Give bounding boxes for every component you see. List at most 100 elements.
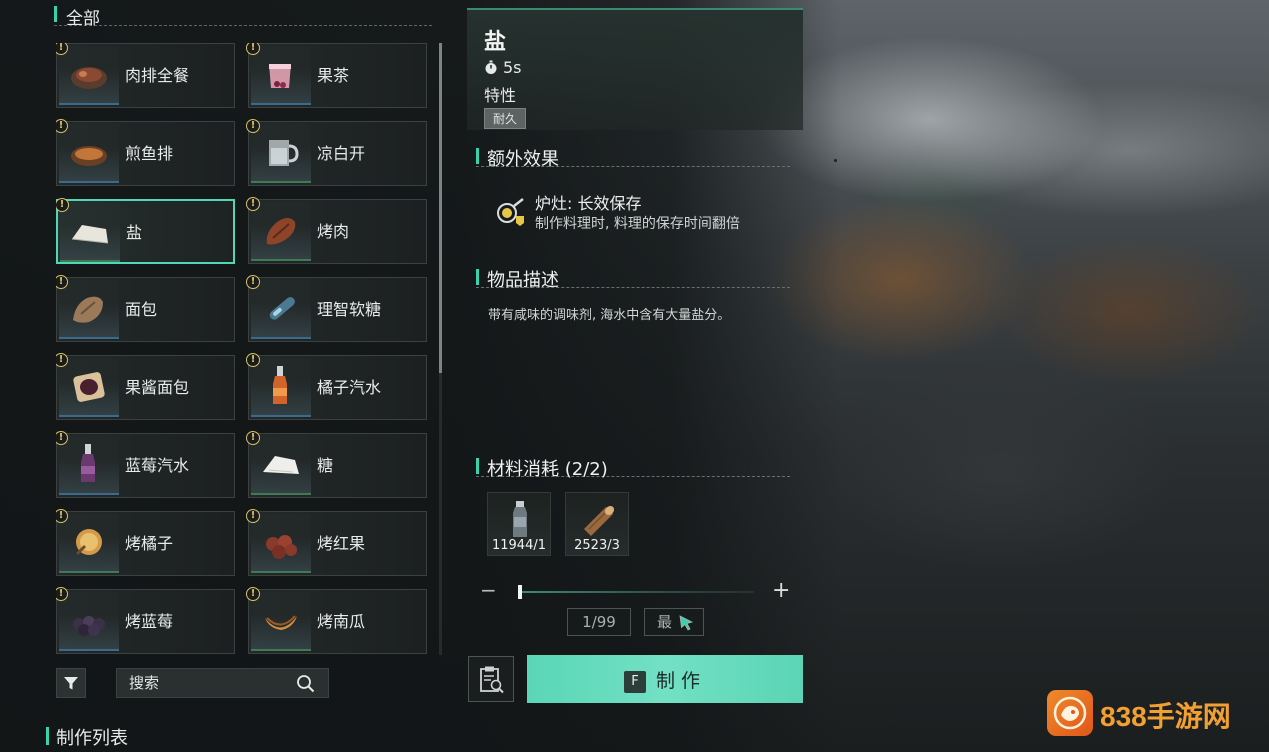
recipe-name: 烤红果 xyxy=(317,534,366,553)
bread-icon xyxy=(73,296,103,323)
extra-effect-desc: 制作料理时, 料理的保存时间翻倍 xyxy=(535,216,740,232)
scroll-thumb[interactable] xyxy=(439,43,442,373)
extra-effect-heading: 额外效果 xyxy=(476,145,790,170)
recipe-card[interactable]: ! 蓝莓汽水 xyxy=(56,431,235,498)
search-box[interactable] xyxy=(116,668,329,698)
quantity-value[interactable]: 1/99 xyxy=(567,608,631,636)
recipe-card[interactable]: ! 果酱面包 xyxy=(56,353,235,420)
search-input[interactable] xyxy=(117,669,287,697)
recipe-name: 烤蓝莓 xyxy=(125,612,174,631)
cursor-icon xyxy=(679,615,694,631)
alert-badge-icon: ! xyxy=(246,275,260,289)
max-button[interactable]: 最 xyxy=(644,608,704,636)
recipe-card[interactable]: ! 糖 xyxy=(246,431,427,498)
recipe-detail-button[interactable] xyxy=(468,656,514,702)
extra-effect-title: 炉灶: 长效保存 xyxy=(535,194,642,213)
max-label: 最 xyxy=(657,613,673,631)
stove-pan-icon xyxy=(497,198,524,226)
recipe-name: 蓝莓汽水 xyxy=(125,456,190,475)
recipe-card[interactable]: ! 理智软糖 xyxy=(246,275,427,342)
recipe-card[interactable]: ! 橘子汽水 xyxy=(246,353,427,420)
alert-badge-icon: ! xyxy=(246,509,260,523)
orange-soda-icon xyxy=(273,366,287,404)
material-count: 11944/1 xyxy=(491,538,546,553)
watermark-text: 838手游网 xyxy=(1100,701,1231,732)
recipe-name: 理智软糖 xyxy=(317,300,382,319)
quantity-slider-handle[interactable] xyxy=(518,585,523,599)
recipe-name: 糖 xyxy=(317,456,334,475)
sugar-icon xyxy=(263,456,299,474)
craft-time: 5s xyxy=(484,58,522,77)
roast-red-fruit-icon xyxy=(266,535,297,559)
recipe-card[interactable]: ! 面包 xyxy=(56,275,235,342)
blueberry-soda-icon xyxy=(81,444,95,482)
recipe-name: 果茶 xyxy=(317,66,350,85)
recipe-card[interactable]: ! 盐 xyxy=(56,198,235,264)
filter-button[interactable] xyxy=(56,668,86,698)
craft-button[interactable]: F 制作 xyxy=(527,655,803,703)
alert-badge-icon: ! xyxy=(246,587,260,601)
recipe-card[interactable]: ! 果茶 xyxy=(246,43,427,108)
trait-label: 特性 xyxy=(484,86,517,105)
stopwatch-icon xyxy=(485,60,497,74)
craft-button-label: 制作 xyxy=(655,669,706,692)
jam-bread-icon xyxy=(73,372,105,402)
recipe-name: 烤肉 xyxy=(317,222,350,241)
materials-heading: 材料消耗 (2/2) xyxy=(476,455,790,480)
clipboard-search-icon xyxy=(480,666,504,694)
recipe-grid: ! 肉排全餐! 果茶! 煎鱼排! 凉白开! 盐! 烤肉! 面包! 理智软糖! 果酱面包! 橘子汽水!… xyxy=(56,43,428,655)
fried-fish-icon xyxy=(71,146,107,166)
recipe-name: 果酱面包 xyxy=(125,378,190,397)
recipe-name: 肉排全餐 xyxy=(125,66,190,85)
description-text: 带有咸味的调味剂, 海水中含有大量盐分。 xyxy=(488,308,731,323)
category-title: 全部 xyxy=(54,4,432,29)
increase-button[interactable]: + xyxy=(772,578,790,603)
material-slot[interactable]: 2523/3 xyxy=(565,492,629,556)
description-heading: 物品描述 xyxy=(476,266,790,291)
filter-icon xyxy=(64,677,78,690)
alert-badge-icon: ! xyxy=(246,119,260,133)
recipe-card[interactable]: ! 烤南瓜 xyxy=(246,587,427,654)
wood-log-icon xyxy=(584,505,615,536)
recipe-card[interactable]: ! 肉排全餐 xyxy=(56,43,235,108)
roast-pumpkin-icon xyxy=(265,615,297,630)
steak-meal-icon xyxy=(71,67,107,89)
craft-list-heading[interactable]: 制作列表 xyxy=(46,724,128,750)
item-detail-header: 盐 5s 特性 耐久 xyxy=(467,8,803,130)
roast-blueberry-icon xyxy=(73,616,105,636)
alert-badge-icon: ! xyxy=(246,353,260,367)
recipe-scrollbar[interactable] xyxy=(439,43,442,655)
recipe-name: 煎鱼排 xyxy=(125,144,174,163)
recipe-card[interactable]: ! 烤蓝莓 xyxy=(56,587,235,654)
tiger-logo-icon xyxy=(1053,696,1087,730)
roast-orange-icon xyxy=(75,529,102,556)
recipe-name: 烤南瓜 xyxy=(317,612,366,631)
recipe-name: 橘子汽水 xyxy=(317,378,382,397)
water-mug-icon xyxy=(269,140,299,166)
search-icon[interactable] xyxy=(296,674,316,694)
recipe-card[interactable]: ! 煎鱼排 xyxy=(56,119,235,186)
watermark-logo xyxy=(1047,690,1093,736)
recipe-card[interactable]: ! 烤肉 xyxy=(246,197,427,264)
water-bottle-icon xyxy=(513,501,527,537)
salt-icon xyxy=(71,225,109,244)
recipe-name: 盐 xyxy=(126,223,143,242)
craft-hotkey: F xyxy=(623,670,646,693)
item-name: 盐 xyxy=(484,30,507,55)
recipe-card[interactable]: ! 烤橘子 xyxy=(56,509,235,576)
sanity-candy-icon xyxy=(269,297,295,320)
scene-speck xyxy=(834,159,837,162)
quantity-slider[interactable] xyxy=(518,591,754,593)
alert-badge-icon: ! xyxy=(246,431,260,445)
recipe-name: 面包 xyxy=(125,300,158,319)
alert-badge-icon: ! xyxy=(246,197,260,211)
recipe-card[interactable]: ! 烤红果 xyxy=(246,509,427,576)
recipe-name: 烤橘子 xyxy=(125,534,174,553)
recipe-name: 凉白开 xyxy=(317,144,366,163)
recipe-card[interactable]: ! 凉白开 xyxy=(246,119,427,186)
decrease-button[interactable]: − xyxy=(480,578,497,602)
roast-meat-icon xyxy=(266,218,296,245)
craft-time-value: 5s xyxy=(503,58,522,77)
material-slot[interactable]: 11944/1 xyxy=(487,492,551,556)
fruit-tea-icon xyxy=(269,64,291,88)
